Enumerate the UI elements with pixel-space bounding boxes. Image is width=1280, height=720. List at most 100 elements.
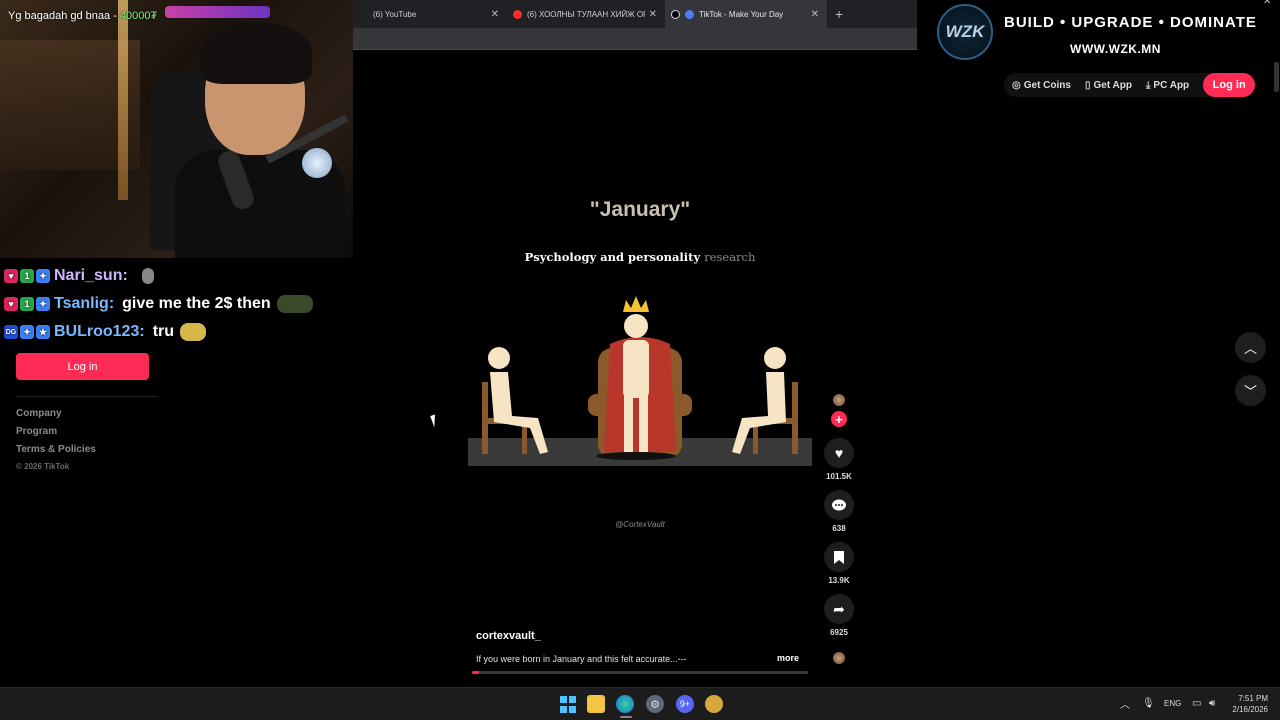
page-scrollbar[interactable] <box>1273 62 1280 687</box>
king-leg-right <box>639 394 648 452</box>
app-icon[interactable] <box>705 695 723 713</box>
copyright: © 2026 TikTok <box>16 462 70 471</box>
subscriber-badge-icon: 1 <box>20 297 34 311</box>
stream-chat: ♥ 1 ✦ Nari_sun: ♥ 1 ✦ Tsanlig: give me t… <box>4 262 354 346</box>
windows-icon <box>559 695 576 714</box>
creator-avatar[interactable] <box>833 394 845 406</box>
donation-text: Yg bagadah gd bnaa - <box>8 10 117 22</box>
footer-link-program[interactable]: Program <box>16 426 96 444</box>
video-watermark: @CortexVault <box>615 520 665 529</box>
follow-plus-icon[interactable]: + <box>831 411 847 427</box>
donation-ticker: Yg bagadah gd bnaa - 40000₮ <box>8 10 157 22</box>
header-actions: ◎ Get Coins ▯ Get App ⤓ PC App Log in <box>1004 73 1256 97</box>
scrollbar-thumb[interactable] <box>1274 62 1279 92</box>
tool-badge-icon: ✦ <box>36 297 50 311</box>
share-button[interactable]: ➦ 6925 <box>820 594 858 637</box>
share-count: 6925 <box>830 628 848 637</box>
banner-url: WWW.WZK.MN <box>1070 42 1161 56</box>
globe-icon <box>685 9 694 19</box>
chevron-up-icon: ︿ <box>1243 341 1257 356</box>
new-tab-button[interactable]: + <box>835 6 843 22</box>
file-explorer-icon[interactable] <box>587 695 605 713</box>
left-figure-head <box>488 347 510 369</box>
caption-more-button[interactable]: more <box>777 653 799 663</box>
close-icon[interactable]: ✕ <box>491 9 499 20</box>
discord-badge: 9+ <box>679 699 691 709</box>
edge-browser-icon[interactable] <box>616 695 634 713</box>
dg-badge-icon: DG <box>4 325 18 339</box>
sidebar-login-button[interactable]: Log in <box>16 353 149 380</box>
tab-youtube-video[interactable]: (6) ХООЛНЫ ТУЛААН ХИЙЖ ОРГ ✕ <box>507 0 665 28</box>
next-video-button[interactable]: ﹀ <box>1235 375 1266 406</box>
microphone-icon[interactable]: 🎙︎ <box>1142 687 1155 720</box>
tab-label: (6) YouTube <box>373 9 417 19</box>
tab-label: (6) ХООЛНЫ ТУЛААН ХИЙЖ ОРГ <box>527 9 645 19</box>
video-caption-text: If you were born in January and this fel… <box>476 654 678 664</box>
save-button[interactable]: 13.9K <box>820 542 858 585</box>
mouse-cursor-icon <box>430 412 444 428</box>
footer-link-terms[interactable]: Terms & Policies <box>16 444 96 462</box>
settings-gear-icon[interactable]: ⚙ <box>646 695 664 713</box>
webcam-neon-sign <box>165 6 270 18</box>
tray-overflow-chevron-icon[interactable]: ︿ <box>1120 687 1130 720</box>
language-indicator[interactable]: ENG <box>1164 687 1181 720</box>
emote-icon <box>180 323 207 341</box>
get-coins-label: Get Coins <box>1023 79 1071 91</box>
wzk-logo: WZK <box>937 4 993 60</box>
volume-icon[interactable]: 🔊︎ <box>1209 687 1215 720</box>
music-disc-icon[interactable] <box>833 652 845 664</box>
like-button[interactable]: ♥ 101.5K <box>820 438 858 481</box>
comment-button[interactable]: 638 <box>820 490 858 533</box>
heart-badge-icon: ♥ <box>4 269 18 283</box>
video-title: "January" <box>589 198 691 221</box>
video-illustration[interactable] <box>468 290 812 470</box>
chat-badges: ♥ 1 ✦ <box>4 269 50 283</box>
download-icon: ⤓ <box>1146 79 1151 91</box>
taskbar <box>0 687 1280 720</box>
video-progress-bar[interactable] <box>472 671 808 674</box>
previous-video-button[interactable]: ︿ <box>1235 332 1266 363</box>
discord-icon[interactable]: 9+ <box>676 695 694 713</box>
tab-youtube[interactable]: (6) YouTube ✕ <box>353 0 507 28</box>
pc-app-label: PC App <box>1153 79 1190 91</box>
throne-armrest-right <box>674 394 692 416</box>
clock-time: 7:51 PM <box>1238 694 1268 703</box>
subscriber-badge-icon: 1 <box>20 269 34 283</box>
close-icon[interactable]: ✕ <box>811 9 819 20</box>
streamer-hair <box>200 22 312 84</box>
start-button[interactable] <box>558 695 576 713</box>
throne-armrest-left <box>588 394 606 416</box>
address-bar[interactable] <box>353 28 917 50</box>
tool-badge-icon: ✦ <box>36 269 50 283</box>
star-badge-icon: ★ <box>36 325 50 339</box>
video-author[interactable]: cortexvault_ <box>476 630 541 642</box>
share-icon: ➦ <box>824 594 854 624</box>
chat-username: BULroo123: <box>54 323 145 340</box>
right-figure-head <box>764 347 786 369</box>
header-login-button[interactable]: Log in <box>1203 73 1256 97</box>
pc-app-button[interactable]: ⤓ PC App <box>1146 80 1189 91</box>
get-app-button[interactable]: ▯ Get App <box>1085 80 1132 91</box>
heart-badge-icon: ♥ <box>4 297 18 311</box>
emote-icon <box>141 268 154 284</box>
youtube-icon <box>359 9 368 19</box>
chat-message: DG ✦ ★ BULroo123: tru <box>4 318 354 346</box>
video-caption: If you were born in January and this fel… <box>476 654 687 664</box>
footer-link-company[interactable]: Company <box>16 408 96 426</box>
system-clock[interactable]: 7:51 PM 2/16/2026 <box>1228 693 1268 715</box>
comment-count: 638 <box>832 524 846 533</box>
get-coins-button[interactable]: ◎ Get Coins <box>1012 80 1071 91</box>
tab-tiktok[interactable]: TikTok - Make Your Day ✕ <box>665 0 827 28</box>
active-app-indicator <box>620 716 632 718</box>
chat-message: ♥ 1 ✦ Nari_sun: <box>4 262 354 290</box>
chat-badges: ♥ 1 ✦ <box>4 297 50 311</box>
network-icon[interactable]: ▭ <box>1192 687 1201 720</box>
webcam-light <box>118 0 128 200</box>
bookmark-icon <box>824 542 854 572</box>
king-leg-left <box>624 394 633 452</box>
coin-icon: ◎ <box>1012 79 1021 91</box>
close-icon[interactable]: ✕ <box>649 9 657 20</box>
chat-username: Tsanlig: <box>54 295 115 312</box>
close-icon[interactable]: ✕ <box>1263 0 1271 7</box>
video-subtitle-main: Psychology and personality <box>524 250 701 264</box>
